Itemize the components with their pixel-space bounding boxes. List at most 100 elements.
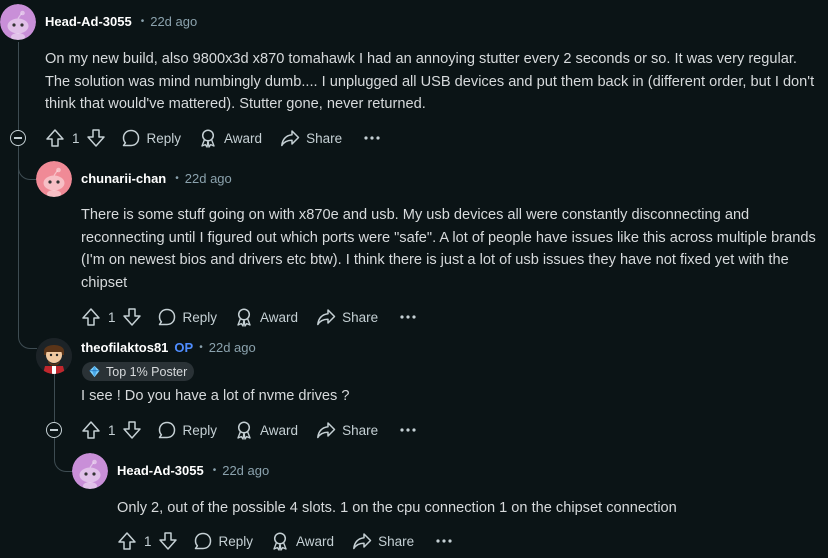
downvote-button[interactable] bbox=[122, 420, 142, 440]
avatar[interactable] bbox=[36, 161, 72, 197]
share-icon bbox=[280, 128, 300, 148]
snoo-avatar-icon bbox=[72, 453, 108, 489]
downvote-button[interactable] bbox=[158, 531, 178, 551]
share-label: Share bbox=[342, 309, 379, 325]
snoo-avatar-icon bbox=[36, 161, 72, 197]
upvote-button[interactable] bbox=[45, 128, 65, 148]
reply-label: Reply bbox=[182, 309, 218, 325]
thread-connector bbox=[18, 310, 37, 349]
award-button[interactable]: Award bbox=[234, 307, 298, 327]
avatar[interactable] bbox=[0, 4, 36, 40]
award-button[interactable]: Award bbox=[234, 420, 298, 440]
username[interactable]: Head-Ad-3055 bbox=[45, 14, 132, 29]
more-icon bbox=[398, 307, 418, 327]
op-badge: OP bbox=[174, 340, 194, 355]
award-label: Award bbox=[260, 422, 299, 438]
more-options-button[interactable] bbox=[362, 128, 382, 148]
separator-dot: • bbox=[175, 173, 179, 184]
vote-count: 1 bbox=[108, 309, 116, 325]
award-button[interactable]: Award bbox=[198, 128, 262, 148]
comment-actions: 1 Reply Award Share bbox=[81, 305, 418, 329]
comment-meta: Head-Ad-3055 • 22d ago bbox=[117, 463, 269, 478]
reply-icon bbox=[157, 307, 177, 327]
award-label: Award bbox=[224, 130, 263, 146]
comment-actions: 1 Reply Award Share bbox=[45, 126, 382, 150]
share-button[interactable]: Share bbox=[280, 128, 342, 148]
vote-count: 1 bbox=[144, 533, 152, 549]
separator-dot: • bbox=[212, 465, 217, 476]
avatar[interactable] bbox=[36, 338, 72, 374]
comment-meta: theofilaktos81 OP • 22d ago bbox=[81, 340, 256, 355]
more-icon bbox=[398, 420, 418, 440]
reply-icon bbox=[157, 420, 177, 440]
separator-dot: • bbox=[199, 342, 203, 353]
reply-label: Reply bbox=[146, 130, 182, 146]
share-button[interactable]: Share bbox=[352, 531, 414, 551]
upvote-icon bbox=[81, 307, 101, 327]
downvote-button[interactable] bbox=[122, 307, 142, 327]
thread-connector bbox=[54, 438, 73, 472]
vote-count: 1 bbox=[108, 422, 116, 438]
comment-meta: chunarii-chan • 22d ago bbox=[81, 171, 232, 186]
reply-button[interactable]: Reply bbox=[121, 128, 182, 148]
upvote-icon bbox=[117, 531, 137, 551]
thread-line-root bbox=[18, 42, 19, 130]
award-label: Award bbox=[260, 309, 299, 325]
more-options-button[interactable] bbox=[398, 307, 418, 327]
timestamp[interactable]: 22d ago bbox=[209, 340, 256, 355]
collapse-thread-button[interactable] bbox=[10, 130, 26, 146]
reply-button[interactable]: Reply bbox=[157, 307, 218, 327]
thread-connector bbox=[18, 146, 37, 180]
share-label: Share bbox=[306, 130, 343, 146]
share-icon bbox=[316, 307, 336, 327]
custom-avatar-icon bbox=[36, 338, 72, 374]
downvote-icon bbox=[158, 531, 178, 551]
award-icon bbox=[270, 531, 290, 551]
timestamp[interactable]: 22d ago bbox=[222, 463, 269, 478]
comment-body: On my new build, also 9800x3d x870 tomah… bbox=[45, 51, 815, 112]
reply-button[interactable]: Reply bbox=[157, 420, 218, 440]
award-icon bbox=[234, 420, 254, 440]
award-icon bbox=[234, 307, 254, 327]
vote-count: 1 bbox=[72, 130, 80, 146]
reply-label: Reply bbox=[182, 422, 218, 438]
top-poster-icon bbox=[89, 365, 100, 378]
award-button[interactable]: Award bbox=[270, 531, 334, 551]
upvote-icon bbox=[45, 128, 65, 148]
share-icon bbox=[316, 420, 336, 440]
downvote-button[interactable] bbox=[86, 128, 106, 148]
minus-icon bbox=[14, 137, 22, 139]
timestamp[interactable]: 22d ago bbox=[185, 171, 232, 186]
comment-body: There is some stuff going on with x870e … bbox=[81, 207, 816, 291]
reply-icon bbox=[121, 128, 141, 148]
comment-actions: 1 Reply Award Share bbox=[117, 529, 454, 553]
more-icon bbox=[434, 531, 454, 551]
flair-label: Top 1% Poster bbox=[106, 364, 188, 379]
collapse-thread-button[interactable] bbox=[46, 422, 62, 438]
reply-button[interactable]: Reply bbox=[193, 531, 254, 551]
separator-dot: • bbox=[140, 16, 145, 27]
snoo-avatar-icon bbox=[0, 4, 36, 40]
share-label: Share bbox=[342, 422, 379, 438]
share-button[interactable]: Share bbox=[316, 420, 378, 440]
share-label: Share bbox=[378, 533, 415, 549]
downvote-icon bbox=[122, 420, 142, 440]
share-button[interactable]: Share bbox=[316, 307, 378, 327]
username[interactable]: theofilaktos81 bbox=[81, 340, 168, 355]
reply-icon bbox=[193, 531, 213, 551]
reply-label: Reply bbox=[218, 533, 254, 549]
share-icon bbox=[352, 531, 372, 551]
upvote-button[interactable] bbox=[81, 420, 101, 440]
more-options-button[interactable] bbox=[398, 420, 418, 440]
more-options-button[interactable] bbox=[434, 531, 454, 551]
timestamp[interactable]: 22d ago bbox=[150, 14, 197, 29]
username[interactable]: Head-Ad-3055 bbox=[117, 463, 204, 478]
upvote-icon bbox=[81, 420, 101, 440]
user-flair: Top 1% Poster bbox=[82, 362, 195, 381]
upvote-button[interactable] bbox=[117, 531, 137, 551]
more-icon bbox=[362, 128, 382, 148]
upvote-button[interactable] bbox=[81, 307, 101, 327]
avatar[interactable] bbox=[72, 453, 108, 489]
award-icon bbox=[198, 128, 218, 148]
username[interactable]: chunarii-chan bbox=[81, 171, 166, 186]
